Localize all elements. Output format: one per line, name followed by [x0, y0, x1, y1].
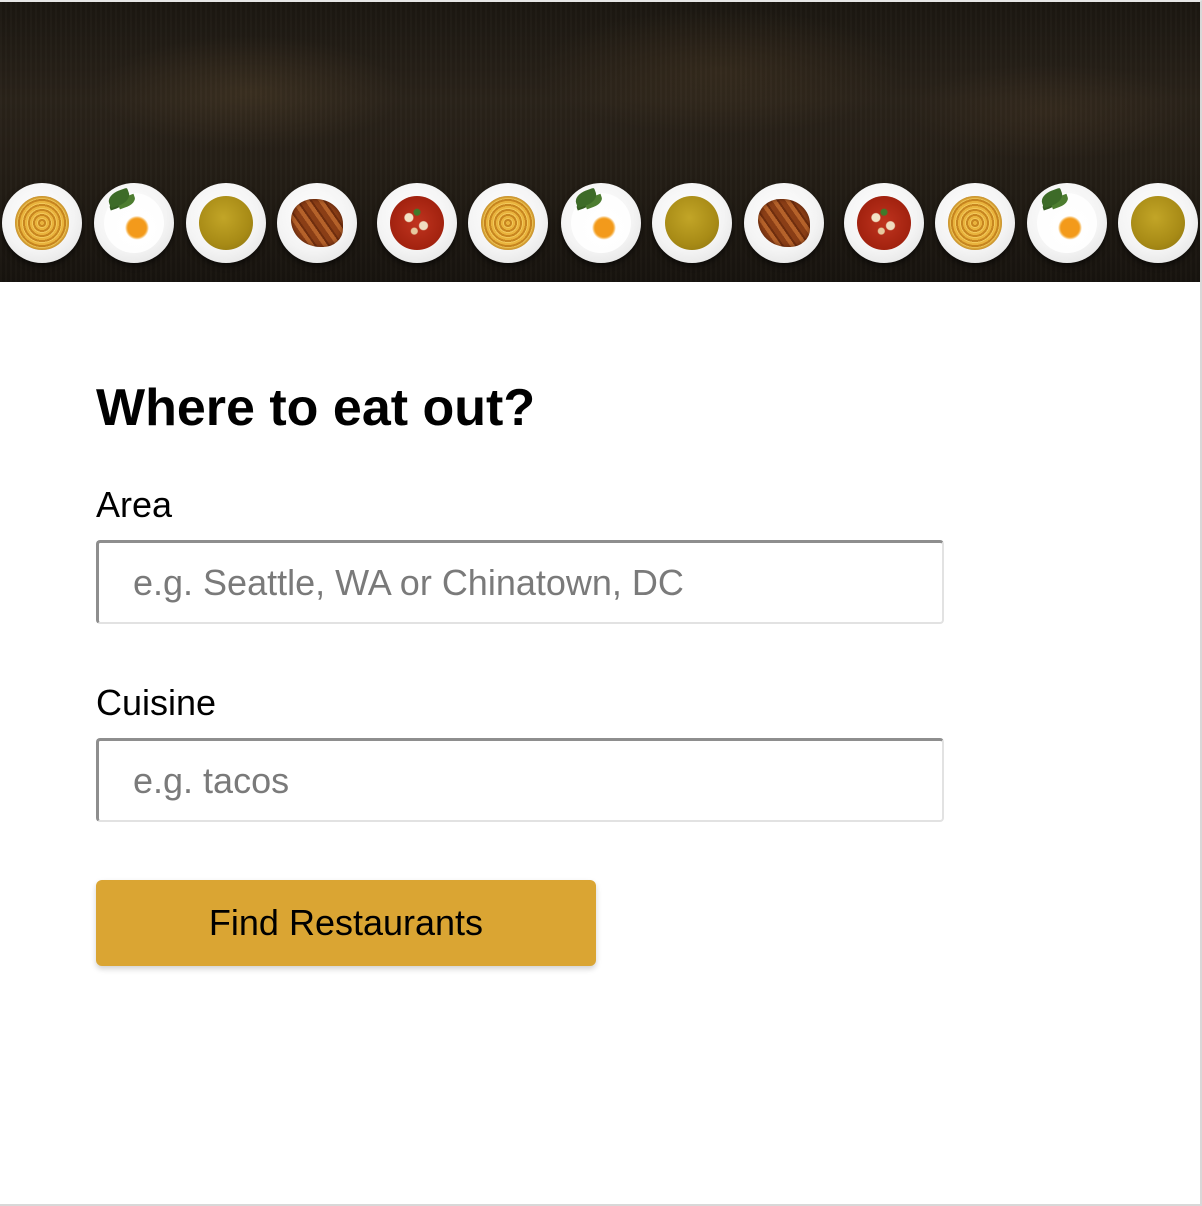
cuisine-input[interactable]	[96, 738, 944, 822]
egg-plate-icon	[1027, 183, 1107, 263]
page: Where to eat out? Area Cuisine Find Rest…	[0, 0, 1202, 1206]
spaghetti-plate-icon	[935, 183, 1015, 263]
page-title: Where to eat out?	[96, 379, 536, 437]
spaghetti-plate-icon	[2, 183, 82, 263]
find-restaurants-button[interactable]: Find Restaurants	[96, 880, 596, 966]
egg-plate-icon	[561, 183, 641, 263]
spaghetti-food-icon	[481, 196, 535, 250]
hero-banner	[0, 2, 1200, 282]
soup-plate-icon	[1118, 183, 1198, 263]
croissant-food-icon	[291, 199, 343, 247]
soup-plate-icon	[652, 183, 732, 263]
stew-food-icon	[390, 196, 444, 250]
stew-food-icon	[857, 196, 911, 250]
cuisine-label: Cuisine	[96, 682, 217, 723]
soup-plate-icon	[186, 183, 266, 263]
food-plates-row	[0, 183, 1200, 265]
croissant-plate-icon	[277, 183, 357, 263]
spaghetti-food-icon	[948, 196, 1002, 250]
stew-plate-icon	[377, 183, 457, 263]
stew-plate-icon	[844, 183, 924, 263]
spaghetti-plate-icon	[468, 183, 548, 263]
area-label: Area	[96, 484, 173, 525]
area-input[interactable]	[96, 540, 944, 624]
spaghetti-food-icon	[15, 196, 69, 250]
soup-food-icon	[665, 196, 719, 250]
egg-plate-icon	[94, 183, 174, 263]
croissant-food-icon	[758, 199, 810, 247]
croissant-plate-icon	[744, 183, 824, 263]
soup-food-icon	[1131, 196, 1185, 250]
soup-food-icon	[199, 196, 253, 250]
